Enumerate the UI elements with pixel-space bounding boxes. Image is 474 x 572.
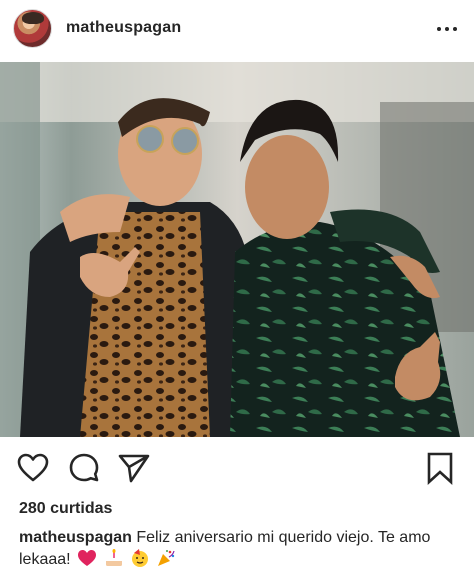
birthday-cake-icon [104, 549, 124, 567]
more-options-icon[interactable] [434, 22, 460, 36]
partying-face-icon [130, 549, 150, 567]
heart-emoji-icon [77, 549, 97, 567]
heart-outline-icon[interactable] [16, 451, 50, 485]
caption-username[interactable]: matheuspagan [19, 529, 132, 546]
comment-icon[interactable] [67, 451, 101, 485]
party-popper-icon [156, 549, 176, 567]
post-photo[interactable] [0, 62, 474, 437]
bookmark-icon[interactable] [424, 451, 456, 485]
post-actions [0, 437, 474, 497]
likes-count[interactable]: 280 curtidas [19, 500, 112, 518]
post-header: matheuspagan [0, 0, 474, 60]
post-caption: matheuspagan Feliz aniversario mi querid… [19, 527, 459, 571]
post-photo-image [0, 62, 474, 437]
post-username[interactable]: matheuspagan [66, 19, 181, 37]
send-icon[interactable] [117, 451, 151, 485]
avatar[interactable] [13, 9, 52, 48]
